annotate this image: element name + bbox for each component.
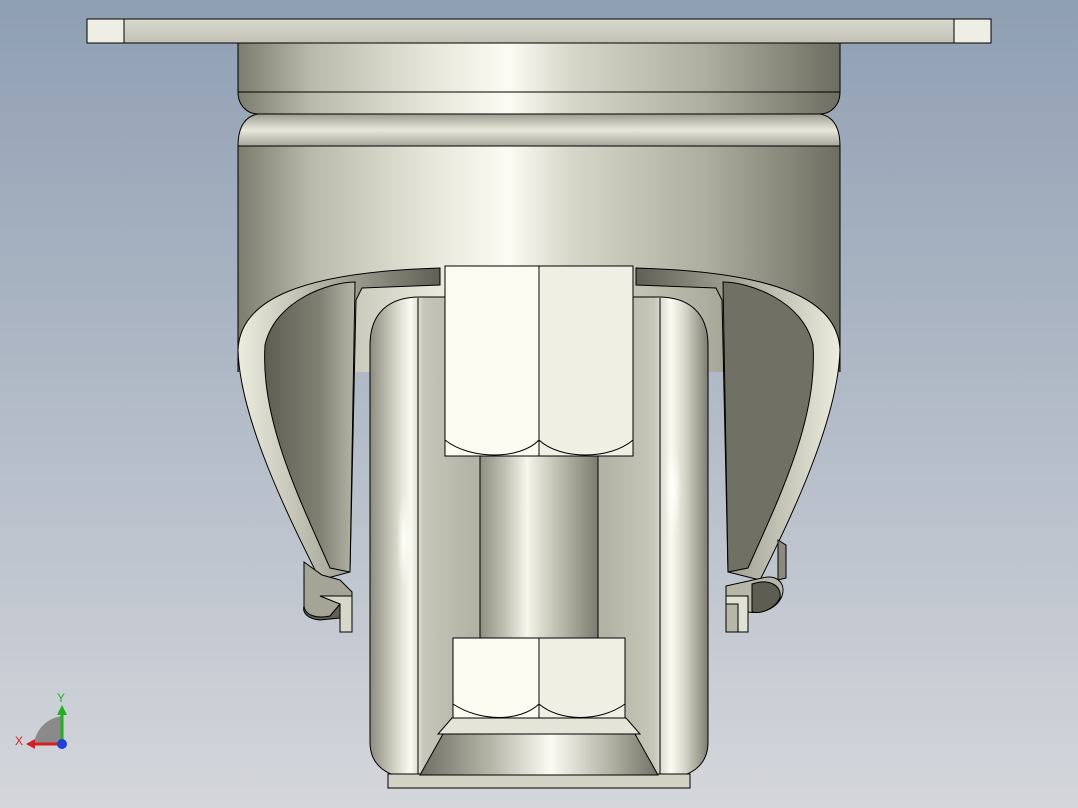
y-axis-label: Y <box>57 691 65 705</box>
axle-shaft[interactable] <box>479 451 599 645</box>
plate-edge-left <box>86 18 125 44</box>
plate-edge-right <box>953 18 992 44</box>
z-axis-dot <box>57 739 67 749</box>
lower-hex-nut[interactable] <box>452 637 626 719</box>
wheel-highlight-right <box>665 442 681 538</box>
cad-viewport[interactable]: X Y <box>0 0 1078 808</box>
model-canvas[interactable]: X Y <box>0 0 1078 808</box>
mounting-plate[interactable] <box>86 18 992 44</box>
wheel-highlight-left <box>397 492 411 588</box>
upper-hex-nut[interactable] <box>444 265 634 457</box>
hub-cone[interactable] <box>419 717 659 776</box>
x-axis-label: X <box>15 734 23 748</box>
swivel-ring[interactable] <box>237 39 841 147</box>
